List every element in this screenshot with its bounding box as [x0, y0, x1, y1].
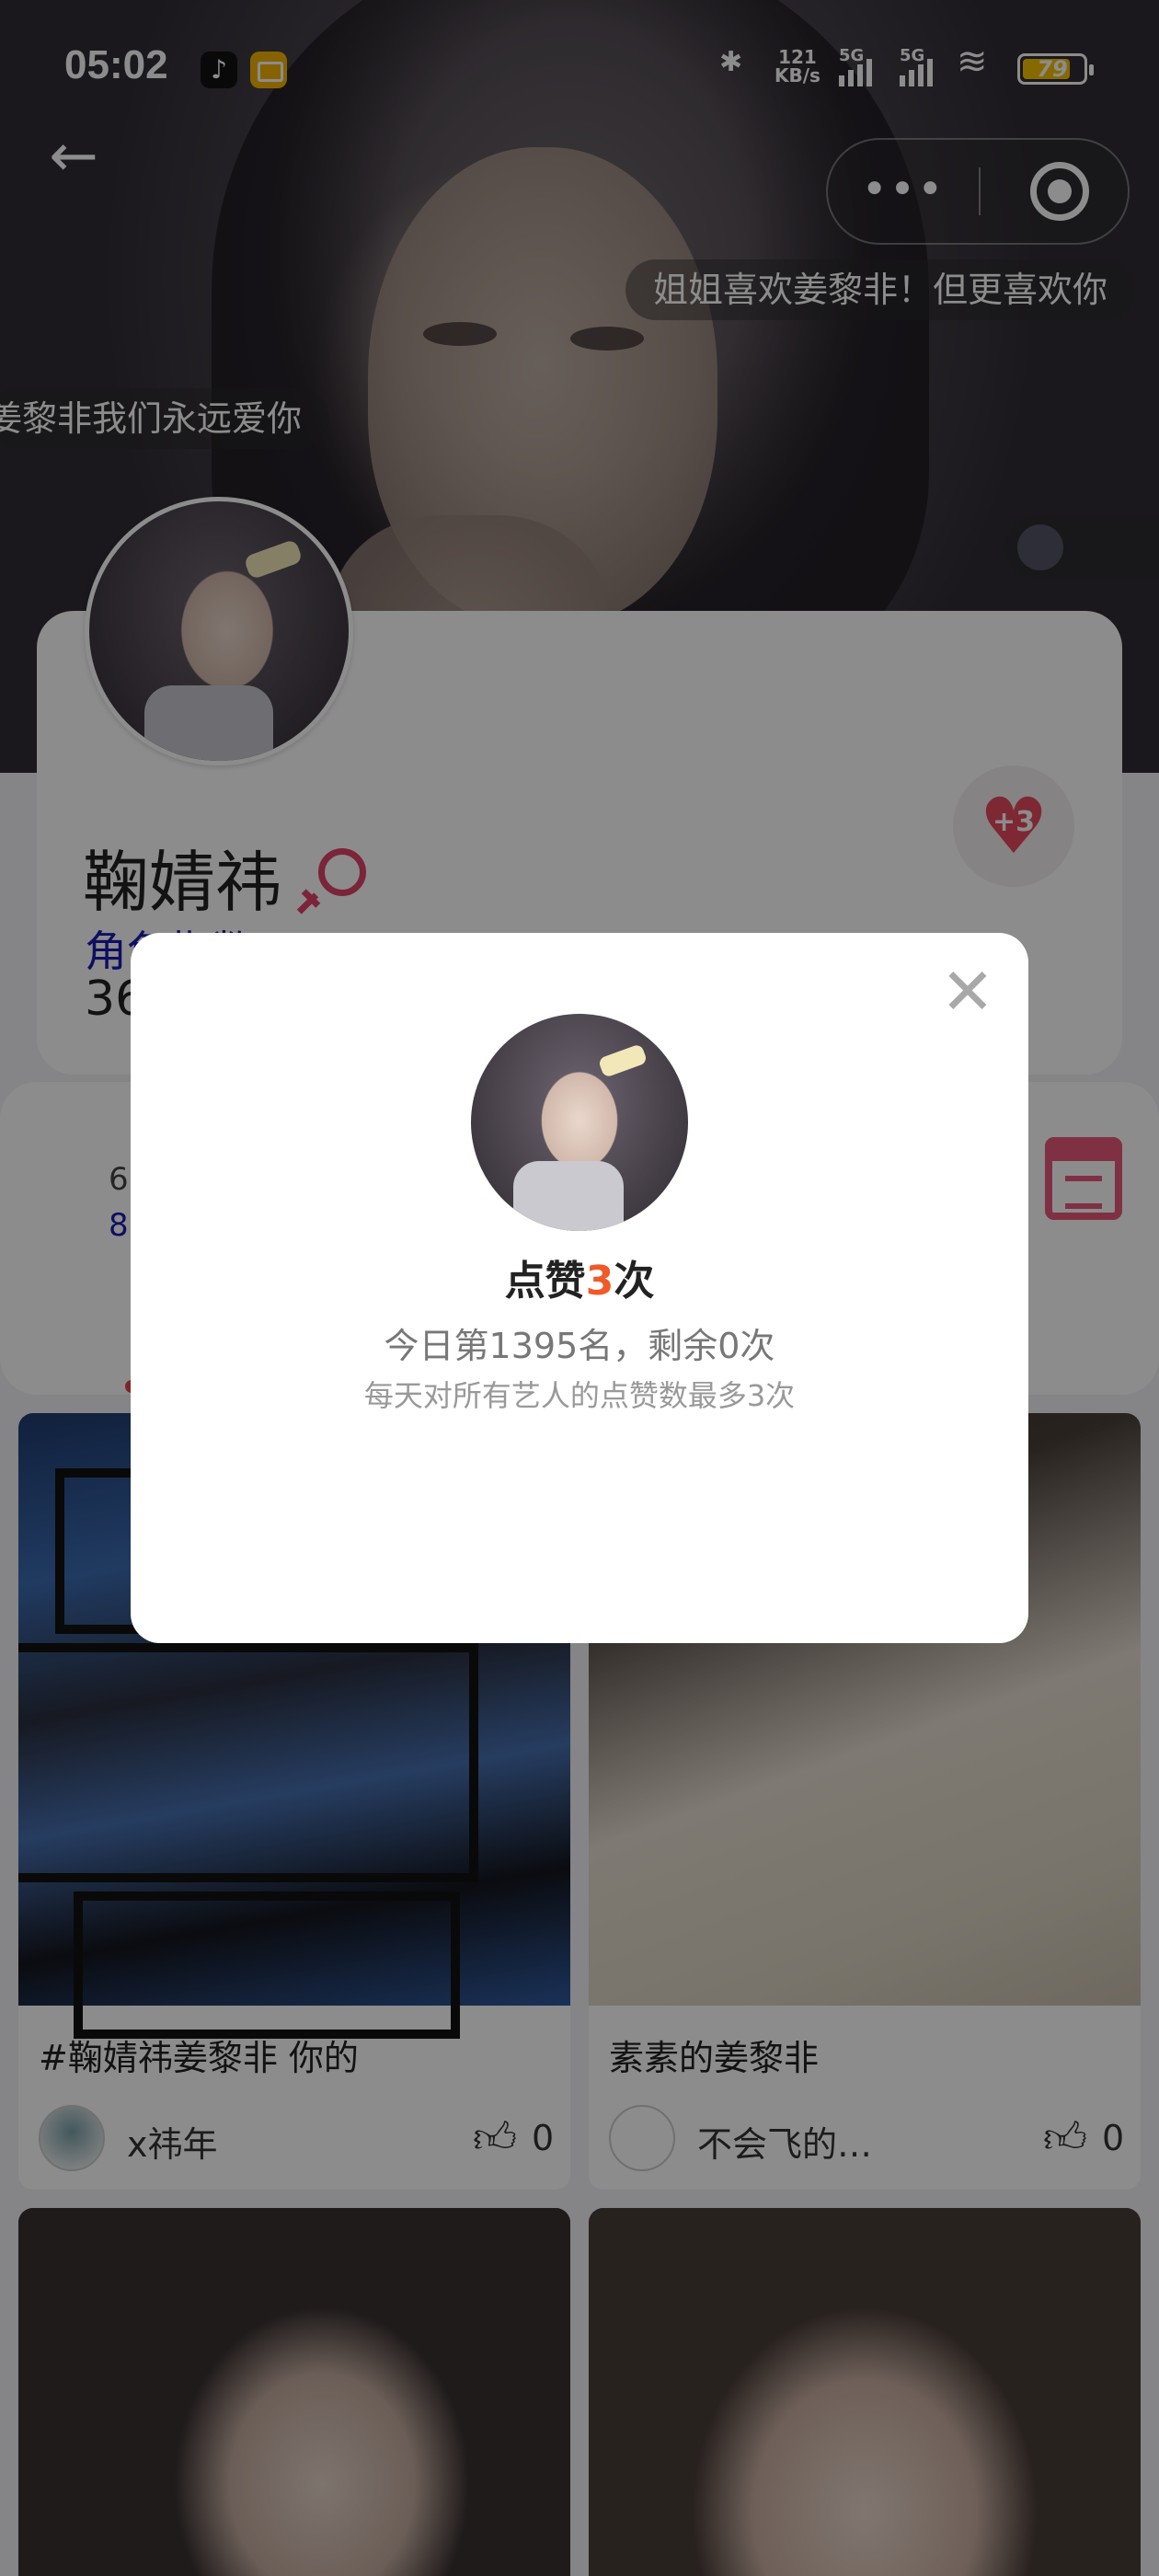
dialog-title-prefix: 点赞 — [504, 1258, 586, 1305]
dialog-title-suffix: 次 — [614, 1258, 655, 1305]
dialog-rank-text: 今日第1395名，剩余0次 — [384, 1326, 775, 1366]
dialog-title: 点赞3次 — [131, 1248, 1028, 1306]
close-icon[interactable]: ✕ — [931, 955, 1004, 1029]
like-result-dialog: ✕ 点赞3次 今日第1395名，剩余0次 每天对所有艺人的点赞数最多3次 — [131, 933, 1028, 1643]
hair-clip — [597, 1043, 648, 1078]
dialog-like-count: 3 — [585, 1258, 614, 1305]
dialog-artist-avatar — [471, 1014, 688, 1231]
sweater — [513, 1161, 624, 1231]
dialog-note: 每天对所有艺人的点赞数最多3次 — [363, 1378, 796, 1413]
